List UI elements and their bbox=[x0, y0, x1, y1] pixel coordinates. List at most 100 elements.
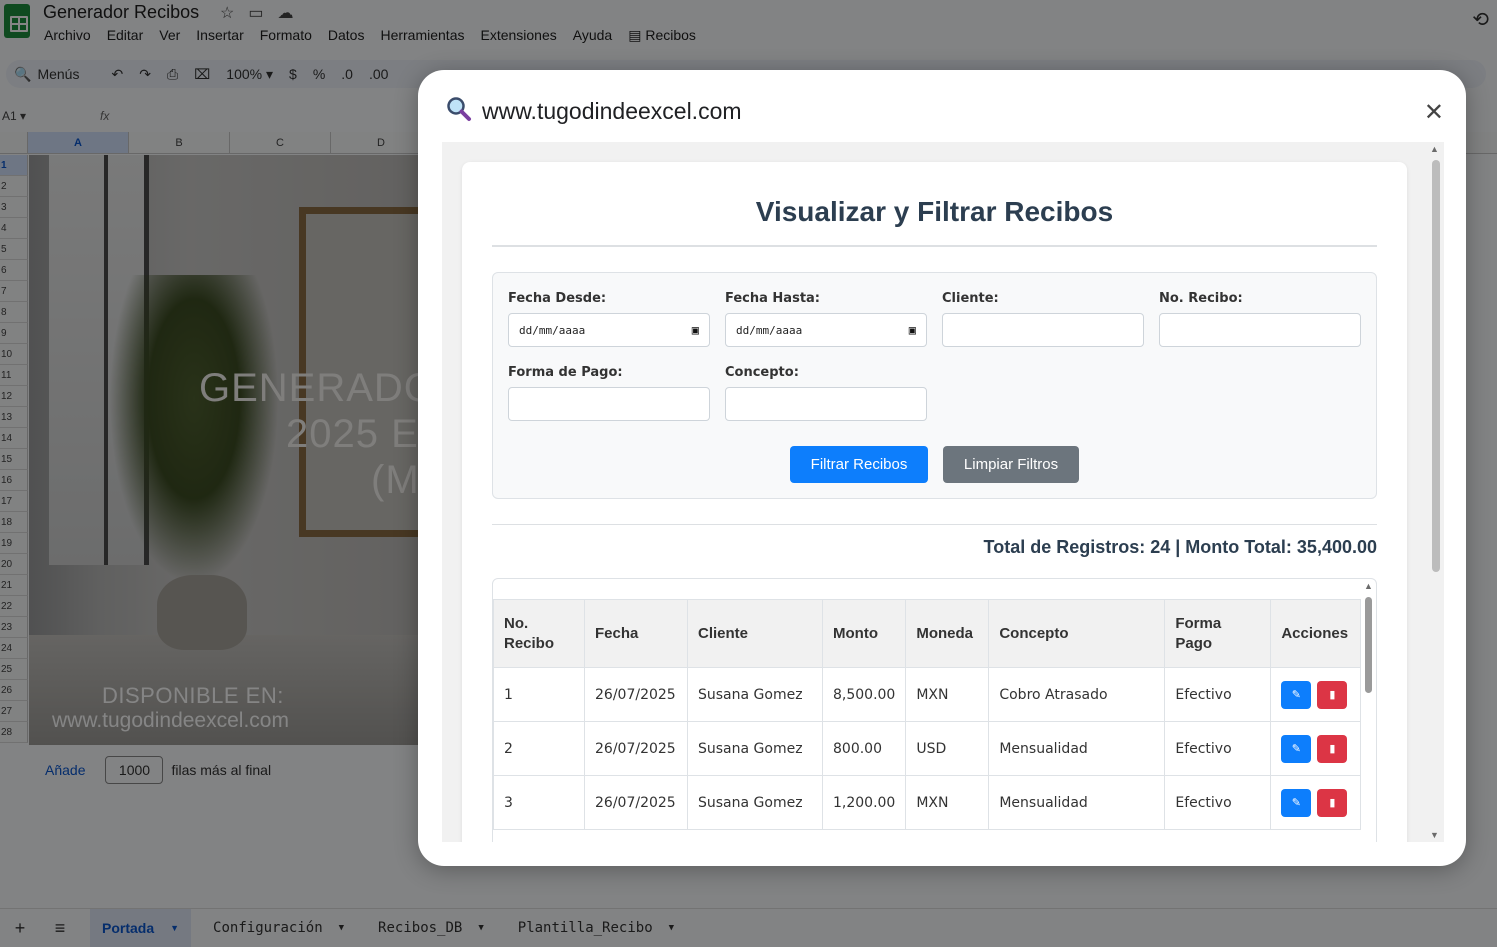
row-header[interactable]: 19 bbox=[0, 533, 28, 554]
chevron-down-icon[interactable]: ▼ bbox=[170, 923, 179, 933]
close-icon[interactable]: ✕ bbox=[1424, 98, 1444, 127]
menu-herramientas[interactable]: Herramientas bbox=[380, 27, 464, 44]
sheet-tab-recibos-db[interactable]: Recibos_DB ▼ bbox=[366, 909, 496, 947]
row-header[interactable]: 3 bbox=[0, 197, 28, 218]
row-header[interactable]: 23 bbox=[0, 617, 28, 638]
delete-button[interactable]: ▮ bbox=[1317, 734, 1348, 763]
table-row[interactable]: 2 26/07/2025 Susana Gomez 800.00 USD Mensuali… bbox=[493, 721, 1361, 776]
row-header[interactable]: 2 bbox=[0, 176, 28, 197]
delete-button[interactable]: ▮ bbox=[1317, 680, 1348, 709]
header-concepto[interactable]: Concepto bbox=[988, 599, 1166, 668]
header-monto[interactable]: Monto bbox=[821, 599, 907, 668]
header-no-recibo[interactable]: No. Recibo bbox=[493, 599, 585, 668]
move-folder-icon[interactable]: ▭ bbox=[248, 3, 263, 23]
scroll-up-icon[interactable]: ▲ bbox=[1430, 144, 1439, 154]
star-icon[interactable]: ☆ bbox=[220, 3, 234, 23]
row-header[interactable]: 4 bbox=[0, 218, 28, 239]
redo-icon[interactable]: ↷ bbox=[139, 66, 151, 83]
column-header-a[interactable]: A bbox=[28, 132, 129, 153]
chevron-down-icon[interactable]: ▼ bbox=[478, 923, 483, 933]
edit-button[interactable]: ✎ bbox=[1281, 680, 1312, 709]
table-scrollbar[interactable]: ▲ bbox=[1360, 579, 1376, 842]
version-history-icon[interactable]: ⟲ bbox=[1472, 7, 1489, 32]
row-header[interactable]: 18 bbox=[0, 512, 28, 533]
row-header[interactable]: 27 bbox=[0, 701, 28, 722]
table-scroll-thumb[interactable] bbox=[1365, 597, 1372, 693]
row-header[interactable]: 25 bbox=[0, 659, 28, 680]
undo-icon[interactable]: ↶ bbox=[111, 66, 123, 83]
row-header[interactable]: 28 bbox=[0, 722, 28, 743]
add-rows-count-input[interactable]: 1000 bbox=[105, 756, 164, 784]
row-header[interactable]: 12 bbox=[0, 386, 28, 407]
chevron-down-icon[interactable]: ▼ bbox=[669, 923, 674, 933]
menu-ayuda[interactable]: Ayuda bbox=[573, 27, 612, 44]
row-header[interactable]: 16 bbox=[0, 470, 28, 491]
calendar-icon[interactable]: ▣ bbox=[692, 323, 699, 337]
percent-format-button[interactable]: % bbox=[313, 66, 325, 82]
header-moneda[interactable]: Moneda bbox=[905, 599, 990, 668]
sheet-tab-plantilla-recibo[interactable]: Plantilla_Recibo ▼ bbox=[506, 909, 686, 947]
no-recibo-input[interactable] bbox=[1159, 313, 1361, 347]
fecha-desde-input[interactable]: dd/mm/aaaa ▣ bbox=[508, 313, 710, 347]
decrease-decimal-button[interactable]: .0 bbox=[341, 66, 353, 82]
header-cliente[interactable]: Cliente bbox=[687, 599, 823, 668]
row-header[interactable]: 11 bbox=[0, 365, 28, 386]
menu-editar[interactable]: Editar bbox=[107, 27, 144, 44]
add-rows-button[interactable]: Añade bbox=[45, 762, 85, 778]
filter-receipts-button[interactable]: Filtrar Recibos bbox=[790, 446, 928, 483]
row-header[interactable]: 7 bbox=[0, 281, 28, 302]
row-header[interactable]: 21 bbox=[0, 575, 28, 596]
row-header[interactable]: 9 bbox=[0, 323, 28, 344]
row-header[interactable]: 22 bbox=[0, 596, 28, 617]
menu-recibos[interactable]: ▤ Recibos bbox=[628, 27, 696, 44]
row-header[interactable]: 13 bbox=[0, 407, 28, 428]
clear-filters-button[interactable]: Limpiar Filtros bbox=[943, 446, 1079, 483]
row-header[interactable]: 15 bbox=[0, 449, 28, 470]
column-header-b[interactable]: B bbox=[129, 132, 230, 153]
menu-datos[interactable]: Datos bbox=[328, 27, 365, 44]
row-header[interactable]: 20 bbox=[0, 554, 28, 575]
menu-ver[interactable]: Ver bbox=[159, 27, 180, 44]
column-header-c[interactable]: C bbox=[230, 132, 331, 153]
header-forma-pago[interactable]: Forma Pago bbox=[1164, 599, 1272, 668]
dialog-scrollbar[interactable]: ▲ ▼ bbox=[1426, 142, 1444, 842]
currency-format-button[interactable]: $ bbox=[289, 66, 297, 82]
menu-insertar[interactable]: Insertar bbox=[196, 27, 243, 44]
sheets-logo-icon[interactable] bbox=[4, 4, 30, 38]
concepto-input[interactable] bbox=[725, 387, 927, 421]
row-header[interactable]: 8 bbox=[0, 302, 28, 323]
cloud-status-icon[interactable]: ☁ bbox=[277, 3, 293, 23]
sheet-tab-configuracion[interactable]: Configuración ▼ bbox=[201, 909, 356, 947]
paint-format-icon[interactable]: ⌧ bbox=[194, 66, 210, 83]
edit-button[interactable]: ✎ bbox=[1281, 788, 1312, 817]
print-icon[interactable]: ⎙ bbox=[167, 66, 178, 83]
row-header[interactable]: 1 bbox=[0, 155, 28, 176]
row-header[interactable]: 6 bbox=[0, 260, 28, 281]
cliente-input[interactable] bbox=[942, 313, 1144, 347]
menu-extensiones[interactable]: Extensiones bbox=[480, 27, 556, 44]
scroll-down-icon[interactable]: ▼ bbox=[1430, 830, 1439, 840]
scroll-up-icon[interactable]: ▲ bbox=[1364, 581, 1373, 591]
row-header[interactable]: 10 bbox=[0, 344, 28, 365]
fecha-hasta-input[interactable]: dd/mm/aaaa ▣ bbox=[725, 313, 927, 347]
add-sheet-icon[interactable]: + bbox=[0, 918, 40, 939]
table-row[interactable]: 3 26/07/2025 Susana Gomez 1,200.00 MXN Mensua… bbox=[493, 775, 1361, 830]
forma-pago-input[interactable] bbox=[508, 387, 710, 421]
menu-formato[interactable]: Formato bbox=[260, 27, 312, 44]
menu-search[interactable]: 🔍 Menús bbox=[14, 66, 103, 83]
chevron-down-icon[interactable]: ▼ bbox=[339, 923, 344, 933]
calendar-icon[interactable]: ▣ bbox=[909, 323, 916, 337]
row-header[interactable]: 14 bbox=[0, 428, 28, 449]
row-header[interactable]: 24 bbox=[0, 638, 28, 659]
sheet-tab-portada[interactable]: Portada ▼ bbox=[90, 908, 192, 947]
header-fecha[interactable]: Fecha bbox=[584, 599, 688, 668]
zoom-select[interactable]: 100% ▾ bbox=[226, 66, 273, 83]
row-header[interactable]: 26 bbox=[0, 680, 28, 701]
increase-decimal-button[interactable]: .00 bbox=[369, 66, 388, 82]
column-header-d[interactable]: D bbox=[331, 132, 432, 153]
table-row[interactable]: 1 26/07/2025 Susana Gomez 8,500.00 MXN Cobro … bbox=[493, 667, 1361, 722]
name-box[interactable]: A1 ▾ bbox=[0, 109, 80, 123]
menu-archivo[interactable]: Archivo bbox=[44, 27, 91, 44]
row-header[interactable]: 17 bbox=[0, 491, 28, 512]
delete-button[interactable]: ▮ bbox=[1317, 788, 1348, 817]
